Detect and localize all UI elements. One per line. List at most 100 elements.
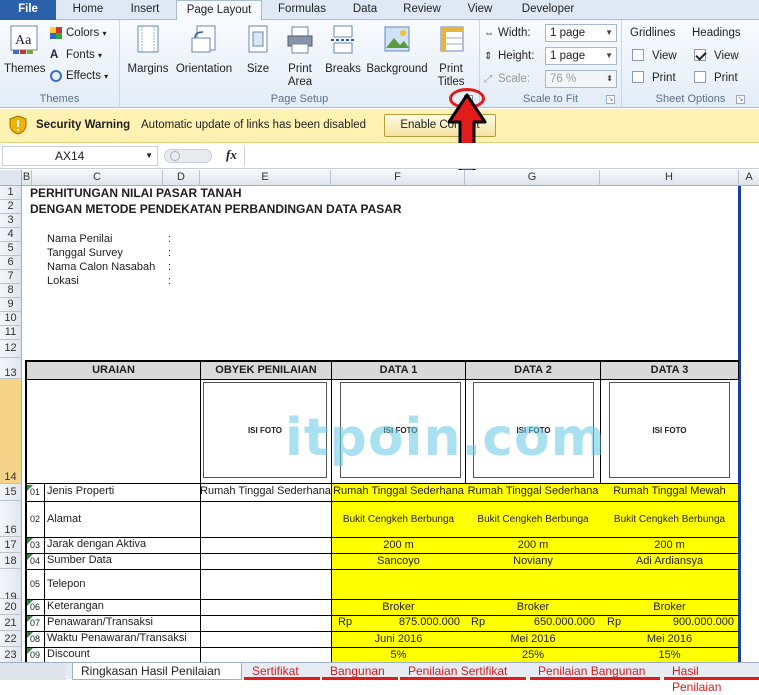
- row-header-17[interactable]: 17: [0, 537, 22, 553]
- orientation-button[interactable]: Orientation: [172, 24, 236, 76]
- data2-value[interactable]: 650.000.000: [466, 616, 595, 628]
- data3-value[interactable]: Rumah Tinggal Mewah: [601, 485, 738, 497]
- tab-insert[interactable]: Insert: [118, 0, 172, 20]
- tab-formulas[interactable]: Formulas: [266, 0, 338, 20]
- row-header-4[interactable]: 4: [0, 228, 22, 242]
- scale-dialog-launcher-icon[interactable]: ↘: [606, 95, 615, 104]
- sheet-tab-bangunan[interactable]: Bangunan: [322, 663, 398, 680]
- select-all-corner[interactable]: [0, 170, 22, 186]
- row-header-5[interactable]: 5: [0, 242, 22, 256]
- headings-view-checkbox[interactable]: View: [694, 47, 739, 65]
- data2-value[interactable]: Noviany: [466, 555, 600, 567]
- row-header-8[interactable]: 8: [0, 284, 22, 298]
- row-header-13[interactable]: 13: [0, 358, 22, 379]
- data2-value[interactable]: 25%: [466, 649, 600, 661]
- data1-value[interactable]: Broker: [332, 601, 465, 613]
- data3-value[interactable]: Adi Ardiansya: [601, 555, 738, 567]
- data3-value[interactable]: Bukit Cengkeh Berbunga: [601, 514, 738, 525]
- row-header-20[interactable]: 20: [0, 599, 22, 615]
- row-header-18[interactable]: 18: [0, 553, 22, 569]
- sheet-options-dialog-launcher-icon[interactable]: ↘: [736, 95, 745, 104]
- data3-value[interactable]: Broker: [601, 601, 738, 613]
- tab-review[interactable]: Review: [394, 0, 450, 20]
- column-header-d[interactable]: D: [163, 170, 200, 186]
- colors-button[interactable]: Colors ▾: [50, 24, 106, 42]
- tab-home[interactable]: Home: [62, 0, 114, 20]
- headings-print-checkbox[interactable]: Print: [694, 69, 738, 87]
- data1-value[interactable]: 5%: [332, 649, 465, 661]
- insert-function-icon[interactable]: fx: [226, 147, 237, 163]
- effects-button[interactable]: Effects ▾: [50, 67, 108, 85]
- scale-spinner[interactable]: 76 % ⬍: [545, 70, 617, 88]
- column-header-c[interactable]: C: [32, 170, 163, 186]
- tab-view[interactable]: View: [456, 0, 504, 20]
- print-titles-icon: [440, 26, 464, 52]
- width-select[interactable]: 1 page ▼: [545, 24, 617, 42]
- formula-input[interactable]: [244, 146, 759, 166]
- sheet-tab-hasil-penilaian[interactable]: Hasil Penilaian: [664, 663, 759, 694]
- print-area-button[interactable]: Print Area: [280, 24, 320, 89]
- sheet-tab-sertifikat[interactable]: Sertifikat: [244, 663, 320, 680]
- data2-value[interactable]: Broker: [466, 601, 600, 613]
- data1-value[interactable]: Rumah Tinggal Sederhana: [332, 485, 465, 497]
- margins-button[interactable]: Margins: [126, 24, 170, 76]
- gridlines-view-checkbox[interactable]: View: [632, 47, 677, 65]
- tab-page-layout[interactable]: Page Layout: [176, 0, 262, 21]
- row-header-1[interactable]: 1: [0, 186, 22, 200]
- size-button[interactable]: Size: [242, 24, 274, 76]
- row-header-7[interactable]: 7: [0, 270, 22, 284]
- row-header-22[interactable]: 22: [0, 631, 22, 647]
- column-header-h[interactable]: H: [600, 170, 739, 186]
- themes-button[interactable]: Aa Themes: [4, 24, 46, 76]
- row-header-12[interactable]: 12: [0, 340, 22, 358]
- data2-value[interactable]: Bukit Cengkeh Berbunga: [466, 514, 600, 525]
- column-header-b[interactable]: B: [22, 170, 32, 186]
- photo-placeholder-data-3[interactable]: ISI FOTO: [609, 382, 730, 478]
- data2-value[interactable]: Mei 2016: [466, 633, 600, 645]
- fonts-button[interactable]: A Fonts ▾: [50, 46, 102, 64]
- print-titles-button[interactable]: Print Titles: [434, 24, 468, 89]
- info-label: Nama Calon Nasabah: [47, 261, 156, 273]
- data1-value[interactable]: 875.000.000: [332, 616, 460, 628]
- data1-value[interactable]: 200 m: [332, 539, 465, 551]
- row-header-2[interactable]: 2: [0, 200, 22, 214]
- name-box[interactable]: AX14 ▼: [2, 146, 158, 166]
- column-header-e[interactable]: E: [200, 170, 331, 186]
- worksheet-grid[interactable]: B C D E F G H A 1 2 3 4 5 6 7 8 9 10 11 …: [0, 170, 759, 662]
- tab-file[interactable]: File: [0, 0, 56, 20]
- row-header-19[interactable]: 19: [0, 569, 22, 603]
- sheet-tab-ringkasan[interactable]: Ringkasan Hasil Penilaian: [72, 663, 242, 680]
- column-header-next[interactable]: A: [739, 170, 759, 186]
- background-button[interactable]: Background: [364, 24, 430, 76]
- row-header-15[interactable]: 15: [0, 484, 22, 501]
- tab-data[interactable]: Data: [342, 0, 388, 20]
- data3-value[interactable]: 900.000.000: [601, 616, 734, 628]
- column-header-f[interactable]: F: [331, 170, 465, 186]
- row-header-9[interactable]: 9: [0, 298, 22, 312]
- row-header-16[interactable]: 16: [0, 501, 22, 537]
- data3-value[interactable]: 15%: [601, 649, 738, 661]
- gridlines-print-checkbox[interactable]: Print: [632, 69, 676, 87]
- row-header-6[interactable]: 6: [0, 256, 22, 270]
- data3-value[interactable]: Mei 2016: [601, 633, 738, 645]
- row-header-23[interactable]: 23: [0, 647, 22, 662]
- data1-value[interactable]: Juni 2016: [332, 633, 465, 645]
- data2-value[interactable]: 200 m: [466, 539, 600, 551]
- row-header-10[interactable]: 10: [0, 312, 22, 326]
- data3-value[interactable]: 200 m: [601, 539, 738, 551]
- row-header-3[interactable]: 3: [0, 214, 22, 228]
- row-header-21[interactable]: 21: [0, 615, 22, 631]
- obyek-value[interactable]: Rumah Tinggal Sederhana: [200, 485, 331, 497]
- column-header-g[interactable]: G: [465, 170, 600, 186]
- row-header-11[interactable]: 11: [0, 326, 22, 340]
- sheet-tab-penilaian-sertifikat[interactable]: Penilaian Sertifikat: [400, 663, 526, 680]
- height-select[interactable]: 1 page ▼: [545, 47, 617, 65]
- data1-value[interactable]: Bukit Cengkeh Berbunga: [332, 514, 465, 525]
- sheet-tab-penilaian-bangunan[interactable]: Penilaian Bangunan: [530, 663, 660, 680]
- row-header-14[interactable]: 14: [0, 379, 22, 484]
- formula-bar-handle[interactable]: [164, 149, 212, 163]
- breaks-button[interactable]: Breaks: [324, 24, 362, 76]
- data2-value[interactable]: Rumah Tinggal Sederhana: [466, 485, 600, 497]
- data1-value[interactable]: Sancoyo: [332, 555, 465, 567]
- tab-developer[interactable]: Developer: [510, 0, 586, 20]
